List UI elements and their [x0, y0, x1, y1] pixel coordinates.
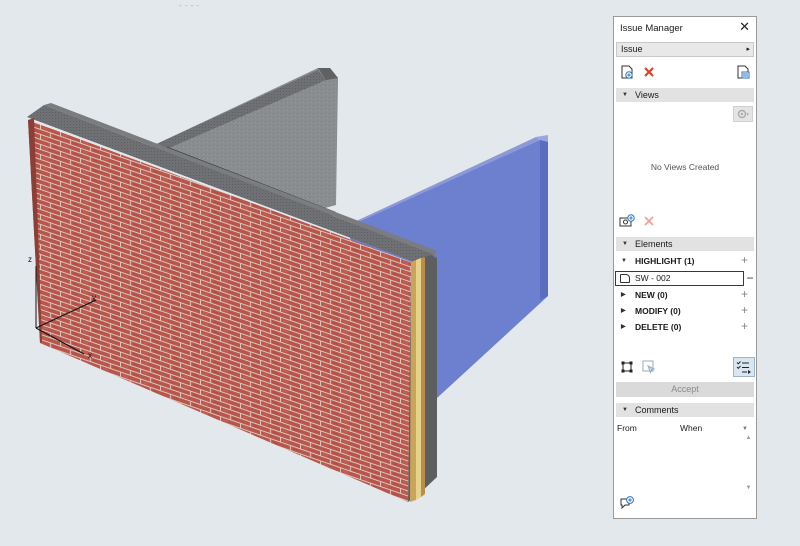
group-new-label: NEW (0) — [635, 290, 668, 300]
sort-icon[interactable]: ▼ — [742, 421, 748, 435]
chevron-right-icon: ▸ — [746, 46, 750, 53]
elements-label: Elements — [635, 239, 673, 249]
add-to-modify-icon[interactable]: + — [741, 302, 748, 318]
chevron-right-icon: ▶ — [621, 308, 626, 314]
close-icon[interactable]: ✕ — [739, 20, 750, 34]
issue-dropdown-value: Issue — [621, 44, 643, 54]
highlight-mode-icon[interactable] — [640, 359, 658, 375]
add-to-highlight-icon[interactable]: + — [741, 252, 748, 268]
group-modify-label: MODIFY (0) — [635, 306, 681, 316]
issue-dropdown[interactable]: Issue ▸ — [616, 42, 754, 57]
checklist-icon[interactable] — [733, 357, 755, 377]
new-issue-icon[interactable] — [618, 64, 636, 80]
axis-label-x: x — [88, 351, 92, 360]
comments-table-header: From When ▼ — [616, 421, 754, 435]
comments-label: Comments — [635, 405, 679, 415]
add-to-delete-icon[interactable]: + — [741, 318, 748, 334]
panel-title: Issue Manager — [620, 22, 683, 34]
column-header-when[interactable]: When — [680, 421, 742, 435]
element-list-item[interactable]: SW - 002 — [615, 271, 744, 286]
scroll-up-icon[interactable]: ▲ — [743, 435, 754, 441]
group-highlight[interactable]: ▼ HIGHLIGHT (1) + — [616, 253, 754, 269]
group-new[interactable]: ▶ NEW (0) + — [616, 287, 754, 303]
delete-issue-icon[interactable] — [640, 64, 658, 80]
group-delete[interactable]: ▶ DELETE (0) + — [616, 319, 754, 335]
group-delete-label: DELETE (0) — [635, 322, 682, 332]
column-header-from[interactable]: From — [616, 421, 680, 435]
viewport-marker: ---- — [178, 2, 202, 11]
elements-section-header[interactable]: Elements — [616, 237, 754, 251]
comments-section-header[interactable]: Comments — [616, 403, 754, 417]
view-settings-icon[interactable] — [733, 106, 753, 122]
issue-settings-icon[interactable] — [734, 64, 752, 80]
select-elements-icon[interactable] — [618, 359, 636, 375]
chevron-down-icon: ▼ — [621, 258, 627, 264]
axis-label-y: y — [92, 293, 96, 302]
comments-scrollbar[interactable]: ▲ ▼ — [743, 435, 754, 491]
group-highlight-label: HIGHLIGHT (1) — [635, 256, 695, 266]
views-label: Views — [635, 90, 659, 100]
no-views-message: No Views Created — [650, 162, 720, 172]
chevron-right-icon: ▶ — [621, 292, 626, 298]
add-comment-icon[interactable] — [618, 495, 636, 511]
panel-title-bar: Issue Manager — [614, 17, 756, 39]
delete-view-icon[interactable] — [640, 213, 658, 229]
scroll-down-icon[interactable]: ▼ — [743, 485, 754, 491]
accept-button[interactable]: Accept — [616, 382, 754, 397]
add-to-new-icon[interactable]: + — [741, 286, 748, 302]
axis-label-z: z — [28, 255, 32, 264]
views-section-header[interactable]: Views — [616, 88, 754, 102]
element-list-item-label: SW - 002 — [635, 273, 671, 283]
issue-manager-panel: Issue Manager ✕ Issue ▸ Views No Views C… — [613, 16, 757, 519]
group-modify[interactable]: ▶ MODIFY (0) + — [616, 303, 754, 319]
chevron-right-icon: ▶ — [621, 324, 626, 330]
remove-element-icon[interactable]: − — [745, 272, 755, 284]
wall-element-icon — [620, 274, 630, 283]
add-view-icon[interactable] — [618, 213, 636, 229]
